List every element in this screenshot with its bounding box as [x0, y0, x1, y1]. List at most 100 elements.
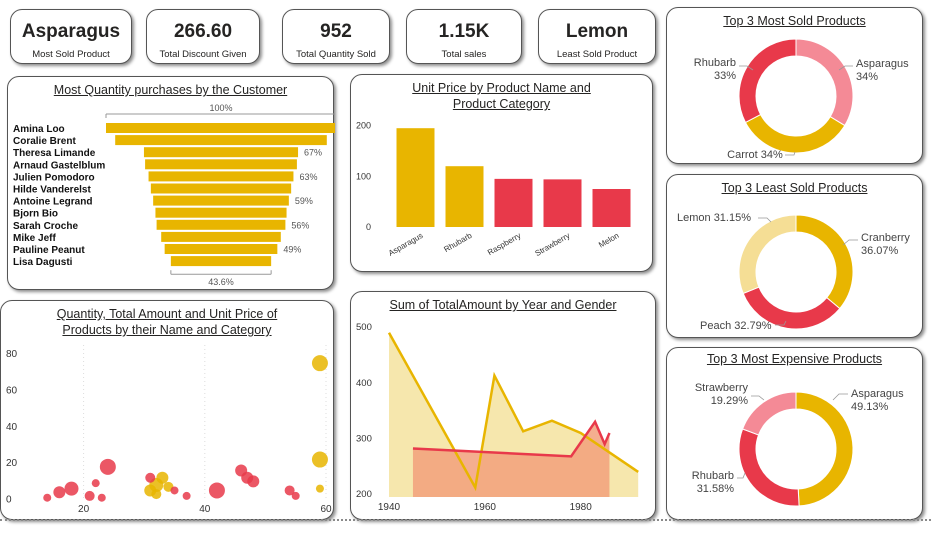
y-tick-label: 20: [6, 458, 18, 469]
scatter-chart-card[interactable]: Quantity, Total Amount and Unit Price of…: [0, 300, 334, 520]
funnel-category-label: Sarah Croche: [13, 221, 78, 232]
donut-slice: [795, 214, 854, 310]
donut-label-name: Rhubarb: [694, 57, 736, 69]
kpi-least-sold-product[interactable]: Lemon Least Sold Product: [538, 9, 656, 64]
x-tick-label: 1980: [570, 502, 593, 513]
scatter-point: [99, 458, 116, 475]
area-chart: 200 300 400 500 1940 1960 1980: [356, 322, 639, 513]
donut-card-most-expensive[interactable]: Top 3 Most Expensive Products Asparagus 4…: [666, 347, 923, 520]
funnel-chart-card[interactable]: Most Quantity purchases by the Customer …: [7, 76, 335, 290]
scatter-chart: 20 40 60 0 20 40 60 80: [6, 345, 332, 515]
scatter-point: [311, 451, 328, 468]
donut-slice: [738, 38, 797, 124]
y-tick-label: 200: [356, 121, 371, 131]
donut-leader-line: [751, 395, 765, 401]
x-tick-label: Raspberry: [486, 231, 522, 257]
donut-slice: [795, 38, 854, 127]
bar-chart: 0 100 200 Asparagus Rhubarb Raspberry Strawber…: [356, 121, 631, 258]
kpi-value: Asparagus: [21, 21, 121, 42]
scatter-point: [43, 493, 52, 502]
scatter-point: [84, 490, 95, 501]
kpi-total-sales[interactable]: 1.15K Total sales: [406, 9, 522, 64]
scatter-point: [145, 472, 156, 483]
donut-label-name: Asparagus: [851, 388, 904, 400]
scatter-point: [97, 493, 106, 502]
donut-label-value: 33%: [714, 70, 736, 82]
bar: [396, 128, 435, 227]
unit-price-bar-chart-card[interactable]: Unit Price by Product Name and Product C…: [350, 74, 653, 272]
x-tick-label: 40: [199, 504, 211, 515]
scatter-point: [170, 486, 179, 495]
donut-card-most-sold[interactable]: Top 3 Most Sold Products Asparagus 34% Rhu…: [666, 7, 923, 164]
funnel-bar: [143, 147, 299, 158]
kpi-total-quantity-sold[interactable]: 952 Total Quantity Sold: [282, 9, 390, 64]
funnel-bar: [156, 219, 286, 230]
y-tick-label: 40: [6, 422, 18, 433]
donut-label-value: 19.29%: [711, 395, 749, 407]
donut-label-name: Rhubarb: [692, 470, 734, 482]
x-tick-label: 60: [320, 504, 332, 515]
funnel-category-label: Theresa Limande: [13, 148, 96, 159]
funnel-bottom-label: 43.6%: [208, 277, 234, 287]
y-tick-label: 0: [6, 495, 12, 506]
funnel-category-label: Coralie Brent: [13, 136, 76, 147]
donut-label-value: 49.13%: [851, 401, 889, 413]
donut-slice: [741, 391, 797, 436]
kpi-total-discount[interactable]: 266.60 Total Discount Given: [146, 9, 260, 64]
y-tick-label: 300: [356, 434, 372, 445]
donut-chart: Cranberry36.07% Peach 32.79% Lemon 31.15%: [677, 212, 910, 332]
funnel-category-label: Julien Pomodoro: [13, 172, 95, 183]
funnel-bar: [148, 171, 294, 182]
scatter-point: [53, 486, 66, 499]
funnel-category-label: Amina Loo: [13, 124, 65, 135]
y-tick-label: 60: [6, 385, 18, 396]
funnel-data-label: 67%: [304, 148, 322, 158]
funnel-bar: [164, 244, 278, 254]
x-tick-label: Strawberry: [533, 231, 571, 258]
kpi-value: Lemon: [565, 21, 629, 42]
x-tick-label: Rhubarb: [442, 231, 474, 254]
donut-label-name: Cranberry: [861, 232, 910, 244]
funnel-bar: [170, 256, 272, 267]
bar: [543, 179, 582, 227]
funnel-bar: [155, 207, 287, 218]
donut-slice: [744, 113, 846, 154]
funnel-category-label: Hilde Vanderelst: [13, 185, 91, 196]
donut-slice: [795, 391, 854, 507]
kpi-value: 952: [320, 21, 352, 42]
donut-leader-line: [737, 472, 746, 479]
scatter-point: [247, 475, 260, 488]
page-divider: [0, 519, 931, 521]
scatter-point: [182, 491, 191, 500]
kpi-label: Total Discount Given: [159, 49, 247, 60]
donut-label-value: 31.58%: [697, 483, 735, 495]
y-tick-label: 400: [356, 378, 372, 389]
funnel-data-label: 49%: [283, 245, 301, 255]
funnel-category-label: Lisa Dagusti: [13, 257, 73, 268]
x-tick-label: Melon: [597, 231, 620, 250]
scatter-point: [311, 355, 328, 372]
y-tick-label: 0: [366, 222, 371, 232]
funnel-category-label: Antoine Legrand: [13, 197, 92, 208]
donut-chart: Asparagus34% Rhubarb33% Carrot 34%: [694, 38, 909, 161]
funnel-top-label: 100%: [209, 103, 232, 113]
funnel-bar: [115, 135, 327, 146]
kpi-most-sold-product[interactable]: Asparagus Most Sold Product: [10, 9, 132, 64]
funnel-data-label: 56%: [291, 220, 309, 230]
scatter-point: [64, 481, 79, 496]
scatter-point: [91, 479, 100, 488]
area-chart-card[interactable]: Sum of TotalAmount by Year and Gender 20…: [350, 291, 656, 520]
funnel-chart: 100% Amina LooCoralie BrentTheresa Limand…: [13, 103, 335, 287]
kpi-value: 266.60: [173, 21, 233, 42]
funnel-bar: [106, 123, 335, 133]
x-tick-label: Asparagus: [387, 231, 425, 258]
donut-label: Lemon 31.15%: [677, 212, 751, 224]
funnel-category-label: Pauline Peanut: [13, 245, 85, 256]
donut-card-least-sold[interactable]: Top 3 Least Sold Products Cranberry 36.07…: [666, 174, 923, 338]
funnel-bar: [161, 231, 281, 242]
donut-label-name: Strawberry: [695, 382, 749, 394]
scatter-point: [156, 471, 169, 484]
kpi-label: Least Sold Product: [556, 49, 638, 60]
donut-label-name: Asparagus: [856, 58, 909, 70]
funnel-data-label: 63%: [299, 172, 317, 182]
